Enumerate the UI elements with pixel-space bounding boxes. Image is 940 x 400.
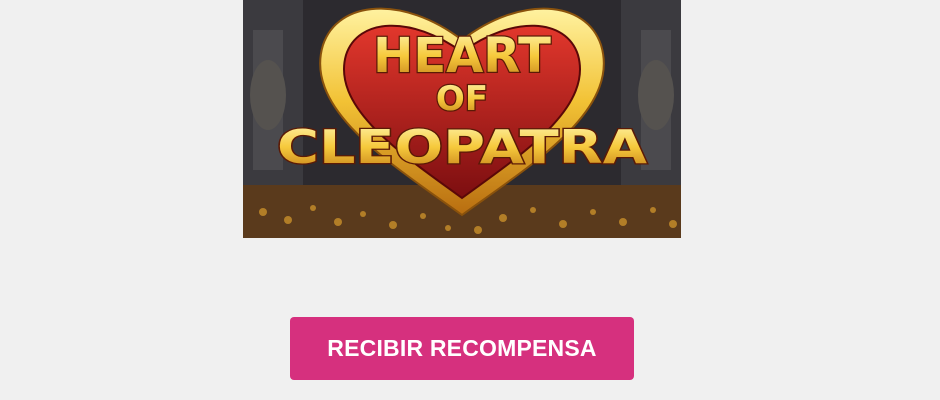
game-banner-art: HEART OF CLEOPATRA	[243, 0, 681, 238]
banner-title-line2: OF	[436, 79, 488, 119]
banner-title-line1: HEART	[373, 28, 551, 84]
claim-reward-button[interactable]: RECIBIR RECOMPENSA	[290, 317, 634, 380]
page: HEART OF CLEOPATRA RECIBIR RECOMPENSA	[0, 0, 940, 400]
banner-title-line3: CLEOPATRA	[277, 120, 647, 174]
game-banner-image: HEART OF CLEOPATRA	[243, 0, 681, 238]
